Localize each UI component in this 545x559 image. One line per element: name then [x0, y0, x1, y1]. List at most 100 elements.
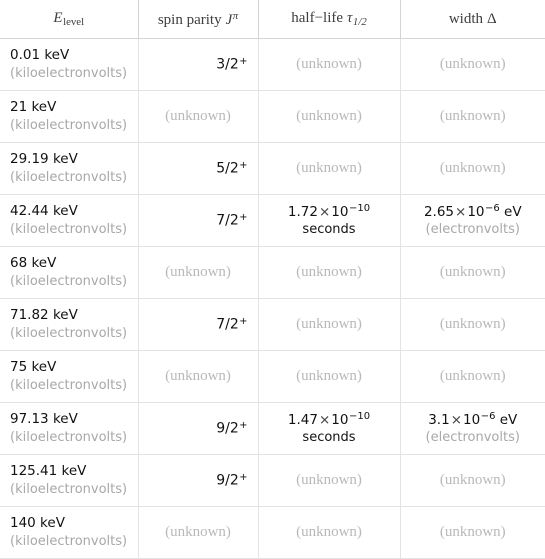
table-header: Elevel spin parity Jπ half−life τ1/2 width…	[0, 0, 545, 39]
cell-energy: 97.13 keV (kiloelectronvolts)	[0, 402, 138, 455]
parity-sign: +	[239, 212, 248, 224]
cell-half-life: (unknown)	[257, 38, 400, 91]
cell-energy: 75 keV (kiloelectronvolts)	[0, 350, 138, 403]
unknown-value: (unknown)	[439, 472, 506, 488]
unknown-value: (unknown)	[296, 160, 362, 176]
cell-half-life: (unknown)	[257, 298, 400, 351]
cell-width: (unknown)	[399, 350, 545, 403]
scientific-value: 3.1×10−6 eV	[411, 410, 536, 429]
unknown-value: (unknown)	[165, 524, 231, 540]
table-row: 29.19 keV (kiloelectronvolts) 5/2+ (unknown…	[0, 142, 545, 195]
cell-spin-parity: (unknown)	[137, 506, 258, 559]
column-header-half-life: half−life τ1/2	[257, 0, 400, 39]
cell-spin-parity: 7/2+	[137, 298, 258, 351]
energy-symbol: E	[53, 9, 63, 26]
half-life-unit: seconds	[302, 430, 356, 446]
cell-half-life: (unknown)	[257, 350, 400, 403]
unknown-value: (unknown)	[165, 264, 231, 280]
spin-value: 7/2	[216, 212, 239, 229]
cell-half-life: (unknown)	[257, 90, 400, 143]
energy-unit: (kiloelectronvolts)	[10, 481, 128, 497]
cell-spin-parity: 7/2+	[137, 194, 258, 247]
exponent: −6	[485, 203, 500, 215]
cell-energy: 29.19 keV (kiloelectronvolts)	[0, 142, 138, 195]
energy-unit: (kiloelectronvolts)	[10, 65, 128, 81]
multiplication-sign: ×	[455, 204, 467, 221]
cell-energy: 0.01 keV (kiloelectronvolts)	[0, 38, 138, 91]
mantissa: 2.65	[423, 204, 454, 221]
unknown-value: (unknown)	[296, 56, 362, 72]
cell-energy: 125.41 keV (kiloelectronvolts)	[0, 454, 138, 507]
energy-unit: (kiloelectronvolts)	[10, 169, 128, 185]
table-row: 97.13 keV (kiloelectronvolts) 9/2+ 1.47×10−…	[0, 402, 545, 455]
table-row: 21 keV (kiloelectronvolts) (unknown) (unkno…	[0, 90, 545, 143]
unknown-value: (unknown)	[439, 160, 506, 176]
multiplication-sign: ×	[318, 204, 331, 221]
cell-energy: 68 keV (kiloelectronvolts)	[0, 246, 138, 299]
table-row: 0.01 keV (kiloelectronvolts) 3/2+ (unknown)…	[0, 38, 545, 91]
energy-value: 0.01 keV	[10, 47, 70, 64]
mantissa: 1.47	[287, 412, 318, 429]
unknown-value: (unknown)	[439, 316, 506, 332]
half-life-unit: seconds	[302, 222, 356, 238]
scientific-value: 1.72×10−10	[269, 202, 390, 221]
unit-symbol: eV	[495, 412, 518, 429]
multiplication-sign: ×	[450, 412, 463, 429]
spin-value: 7/2	[216, 316, 239, 333]
half-life-label: half−life	[291, 9, 344, 26]
cell-half-life: 1.72×10−10 seconds	[257, 194, 400, 247]
energy-unit: (kiloelectronvolts)	[10, 429, 128, 445]
parity-sign: +	[239, 420, 248, 432]
unknown-value: (unknown)	[296, 524, 362, 540]
spin-value: 9/2	[216, 420, 239, 437]
table-body: 0.01 keV (kiloelectronvolts) 3/2+ (unknown)…	[0, 38, 545, 559]
base-ten: 10	[467, 204, 485, 221]
cell-width: (unknown)	[399, 38, 545, 91]
base-ten: 10	[331, 204, 349, 221]
cell-spin-parity: (unknown)	[137, 90, 258, 143]
cell-spin-parity: 3/2+	[137, 38, 258, 91]
width-label: width	[448, 10, 483, 27]
energy-unit: (kiloelectronvolts)	[10, 117, 128, 133]
exponent: −10	[348, 411, 371, 423]
cell-width: (unknown)	[399, 506, 545, 559]
unknown-value: (unknown)	[439, 108, 506, 124]
cell-half-life: (unknown)	[257, 246, 400, 299]
parity-sign: +	[239, 160, 248, 172]
unknown-value: (unknown)	[439, 56, 506, 72]
energy-value: 21 keV	[10, 99, 57, 116]
unknown-value: (unknown)	[296, 368, 362, 384]
parity-sign: +	[239, 316, 248, 328]
spin-parity-label: spin parity	[157, 11, 222, 28]
energy-unit: (kiloelectronvolts)	[10, 533, 128, 549]
energy-unit: (kiloelectronvolts)	[10, 273, 128, 289]
cell-spin-parity: 9/2+	[137, 454, 258, 507]
table-row: 71.82 keV (kiloelectronvolts) 7/2+ (unknown…	[0, 298, 545, 351]
cell-spin-parity: 9/2+	[137, 402, 258, 455]
parity-sign: +	[239, 472, 248, 484]
cell-half-life: 1.47×10−10 seconds	[257, 402, 400, 455]
unknown-value: (unknown)	[165, 368, 231, 384]
cell-energy: 140 keV (kiloelectronvolts)	[0, 506, 138, 559]
multiplication-sign: ×	[318, 412, 331, 429]
cell-half-life: (unknown)	[257, 506, 400, 559]
table-row: 125.41 keV (kiloelectronvolts) 9/2+ (unknow…	[0, 454, 545, 507]
cell-width: (unknown)	[399, 90, 545, 143]
energy-value: 140 keV	[10, 515, 65, 532]
unknown-value: (unknown)	[296, 316, 362, 332]
cell-width: 3.1×10−6 eV (electronvolts)	[399, 402, 545, 455]
cell-spin-parity: 5/2+	[137, 142, 258, 195]
exponent: −10	[348, 203, 371, 215]
unknown-value: (unknown)	[296, 472, 362, 488]
width-unit: (electronvolts)	[425, 430, 520, 446]
cell-half-life: (unknown)	[257, 454, 400, 507]
column-header-width: width Δ	[399, 0, 545, 39]
energy-subscript: level	[63, 16, 85, 28]
energy-value: 125.41 keV	[10, 463, 87, 480]
unknown-value: (unknown)	[439, 264, 506, 280]
base-ten: 10	[463, 412, 481, 429]
delta-symbol: Δ	[487, 10, 497, 27]
energy-unit: (kiloelectronvolts)	[10, 221, 128, 237]
table-row: 42.44 keV (kiloelectronvolts) 7/2+ 1.72×10−…	[0, 194, 545, 247]
parity-superscript: π	[232, 9, 239, 22]
